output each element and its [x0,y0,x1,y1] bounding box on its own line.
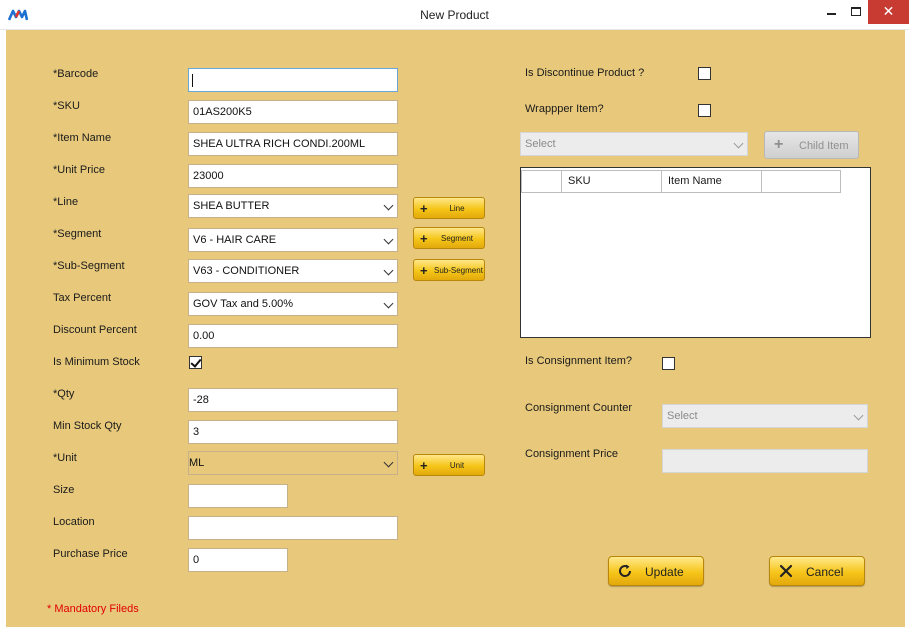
qty-input[interactable]: -28 [188,388,398,412]
consignment-counter-select[interactable]: Select [662,404,868,428]
plus-icon: + [420,231,428,246]
grid-header: SKU Item Name [521,170,841,193]
close-button[interactable]: ✕ [868,0,909,24]
plus-icon: + [420,458,428,473]
unit-price-label: *Unit Price [53,164,105,176]
is-minimum-stock-checkbox[interactable] [189,356,202,369]
line-select[interactable]: SHEA BUTTER [188,194,398,218]
grid-header-sku[interactable]: SKU [562,171,662,192]
location-input[interactable] [188,516,398,540]
product-form-panel: *Barcode *SKU *Item Name *Unit Price *Li… [6,30,905,627]
unit-price-input[interactable]: 23000 [188,164,398,188]
purchase-price-label: Purchase Price [53,548,128,560]
title-bar: New Product ✕ [0,0,909,30]
add-segment-button[interactable]: + Segment [413,227,485,249]
sub-segment-label: *Sub-Segment [53,260,125,272]
line-label: *Line [53,196,79,208]
mandatory-note: * Mandatory Fileds [47,603,139,615]
child-items-grid[interactable]: SKU Item Name [520,167,871,338]
x-icon [779,564,793,578]
consignment-price-input[interactable] [662,449,868,473]
update-button[interactable]: Update [608,556,704,586]
add-child-item-button[interactable]: + Child Item [764,131,859,159]
qty-label: *Qty [53,388,75,400]
plus-icon: + [774,136,784,153]
close-icon: ✕ [882,3,895,19]
consignment-price-label: Consignment Price [525,448,618,460]
minimize-icon [827,13,836,15]
size-label: Size [53,484,75,496]
unit-select[interactable]: ML [188,451,398,475]
chevron-down-icon [383,265,394,276]
purchase-price-input[interactable]: 0 [188,548,288,572]
add-unit-button[interactable]: + Unit [413,454,485,476]
is-consignment-label: Is Consignment Item? [525,355,632,367]
refresh-icon [619,564,632,577]
sku-label: *SKU [53,100,80,112]
chevron-down-icon [733,138,744,149]
sku-input[interactable]: 01AS200K5 [188,100,398,124]
item-name-label: *Item Name [53,132,112,144]
is-discontinue-label: Is Discontinue Product ? [525,67,645,79]
chevron-down-icon [383,457,394,468]
segment-select[interactable]: V6 - HAIR CARE [188,228,398,252]
child-item-select[interactable]: Select [520,132,748,156]
barcode-label: *Barcode [53,68,99,80]
chevron-down-icon [853,410,864,421]
barcode-input[interactable] [188,68,398,92]
grid-header-item-name[interactable]: Item Name [662,171,762,192]
maximize-icon [851,7,861,16]
min-stock-qty-input[interactable]: 3 [188,420,398,444]
cancel-button[interactable]: Cancel [769,556,865,586]
location-label: Location [53,516,95,528]
is-minimum-stock-label: Is Minimum Stock [53,356,140,368]
grid-header-select[interactable] [522,171,562,192]
min-stock-qty-label: Min Stock Qty [53,420,122,432]
sub-segment-select[interactable]: V63 - CONDITIONER [188,259,398,283]
tax-percent-label: Tax Percent [53,292,112,304]
wrapper-item-label: Wrappper Item? [525,103,604,115]
grid-header-extra[interactable] [762,171,842,192]
wrapper-item-checkbox[interactable] [698,104,711,117]
chevron-down-icon [383,234,394,245]
maximize-button[interactable] [842,0,868,24]
minimize-button[interactable] [818,0,844,24]
add-line-button[interactable]: + Line [413,197,485,219]
is-consignment-checkbox[interactable] [662,357,675,370]
window-title: New Product [420,8,489,22]
size-input[interactable] [188,484,288,508]
discount-percent-label: Discount Percent [53,324,137,336]
chevron-down-icon [383,298,394,309]
is-discontinue-checkbox[interactable] [698,67,711,80]
segment-label: *Segment [53,228,102,240]
unit-label: *Unit [53,452,77,464]
add-sub-segment-button[interactable]: + Sub-Segment [413,259,485,281]
chevron-down-icon [383,200,394,211]
text-caret [192,73,193,87]
discount-percent-input[interactable]: 0.00 [188,324,398,348]
tax-percent-select[interactable]: GOV Tax and 5.00% [188,292,398,316]
plus-icon: + [420,201,428,216]
consignment-counter-label: Consignment Counter [525,402,633,414]
item-name-input[interactable]: SHEA ULTRA RICH CONDI.200ML [188,132,398,156]
plus-icon: + [420,263,428,278]
